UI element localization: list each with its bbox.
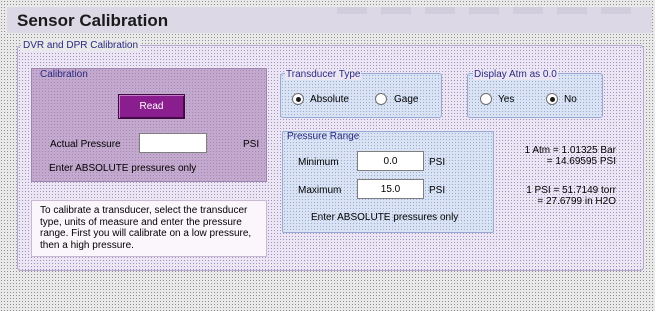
instructions-line: then a high pressure. xyxy=(40,239,134,251)
instructions-line: type, units of measure and enter the pre… xyxy=(40,216,242,228)
header-ghost-text xyxy=(337,7,644,14)
range-absolute-note: Enter ABSOLUTE pressures only xyxy=(311,212,459,223)
radio-gage-label[interactable]: Gage xyxy=(394,94,418,105)
radio-no-label[interactable]: No xyxy=(564,94,577,105)
psi-conversion-line: = 27.6799 in H2O xyxy=(537,196,616,207)
radio-selected-dot xyxy=(549,96,555,102)
instructions-box: To calibrate a transducer, select the tr… xyxy=(31,200,267,257)
radio-no[interactable] xyxy=(546,93,558,105)
radio-yes[interactable] xyxy=(480,93,492,105)
radio-yes-label[interactable]: Yes xyxy=(498,94,514,105)
minimum-unit: PSI xyxy=(429,157,446,168)
atm-conversion-text: 1 Atm = 1.01325 Bar = 14.69595 PSI xyxy=(498,145,616,167)
actual-pressure-input[interactable] xyxy=(139,133,207,153)
maximum-label: Maximum xyxy=(298,185,342,196)
actual-pressure-unit: PSI xyxy=(243,139,260,150)
dvr-dpr-legend: DVR and DPR Calibration xyxy=(21,40,141,51)
instructions-line: range. First you will calibrate on a low… xyxy=(40,228,252,239)
minimum-label: Minimum xyxy=(298,157,339,168)
radio-absolute[interactable] xyxy=(292,93,304,105)
absolute-pressure-note: Enter ABSOLUTE pressures only xyxy=(49,163,197,174)
radio-absolute-label[interactable]: Absolute xyxy=(310,94,349,105)
instructions-line: To calibrate a transducer, select the tr… xyxy=(40,205,248,216)
psi-conversion-text: 1 PSI = 51.7149 torr = 27.6799 in H2O xyxy=(498,185,616,207)
radio-selected-dot xyxy=(295,96,301,102)
maximum-input[interactable] xyxy=(357,179,424,199)
display-atm-legend: Display Atm as 0.0 xyxy=(473,69,558,80)
atm-conversion-line: = 14.69595 PSI xyxy=(546,156,616,167)
page-title: Sensor Calibration xyxy=(17,11,169,30)
calibration-legend: Calibration xyxy=(40,69,88,80)
transducer-type-legend: Transducer Type xyxy=(285,69,362,80)
minimum-input[interactable] xyxy=(357,151,424,171)
read-button[interactable]: Read xyxy=(118,94,185,119)
maximum-unit: PSI xyxy=(429,185,446,196)
radio-gage[interactable] xyxy=(375,93,387,105)
actual-pressure-label: Actual Pressure xyxy=(50,139,121,150)
psi-conversion-line: 1 PSI = 51.7149 torr xyxy=(526,185,616,196)
pressure-range-legend: Pressure Range xyxy=(287,131,360,142)
atm-conversion-line: 1 Atm = 1.01325 Bar xyxy=(524,145,616,156)
